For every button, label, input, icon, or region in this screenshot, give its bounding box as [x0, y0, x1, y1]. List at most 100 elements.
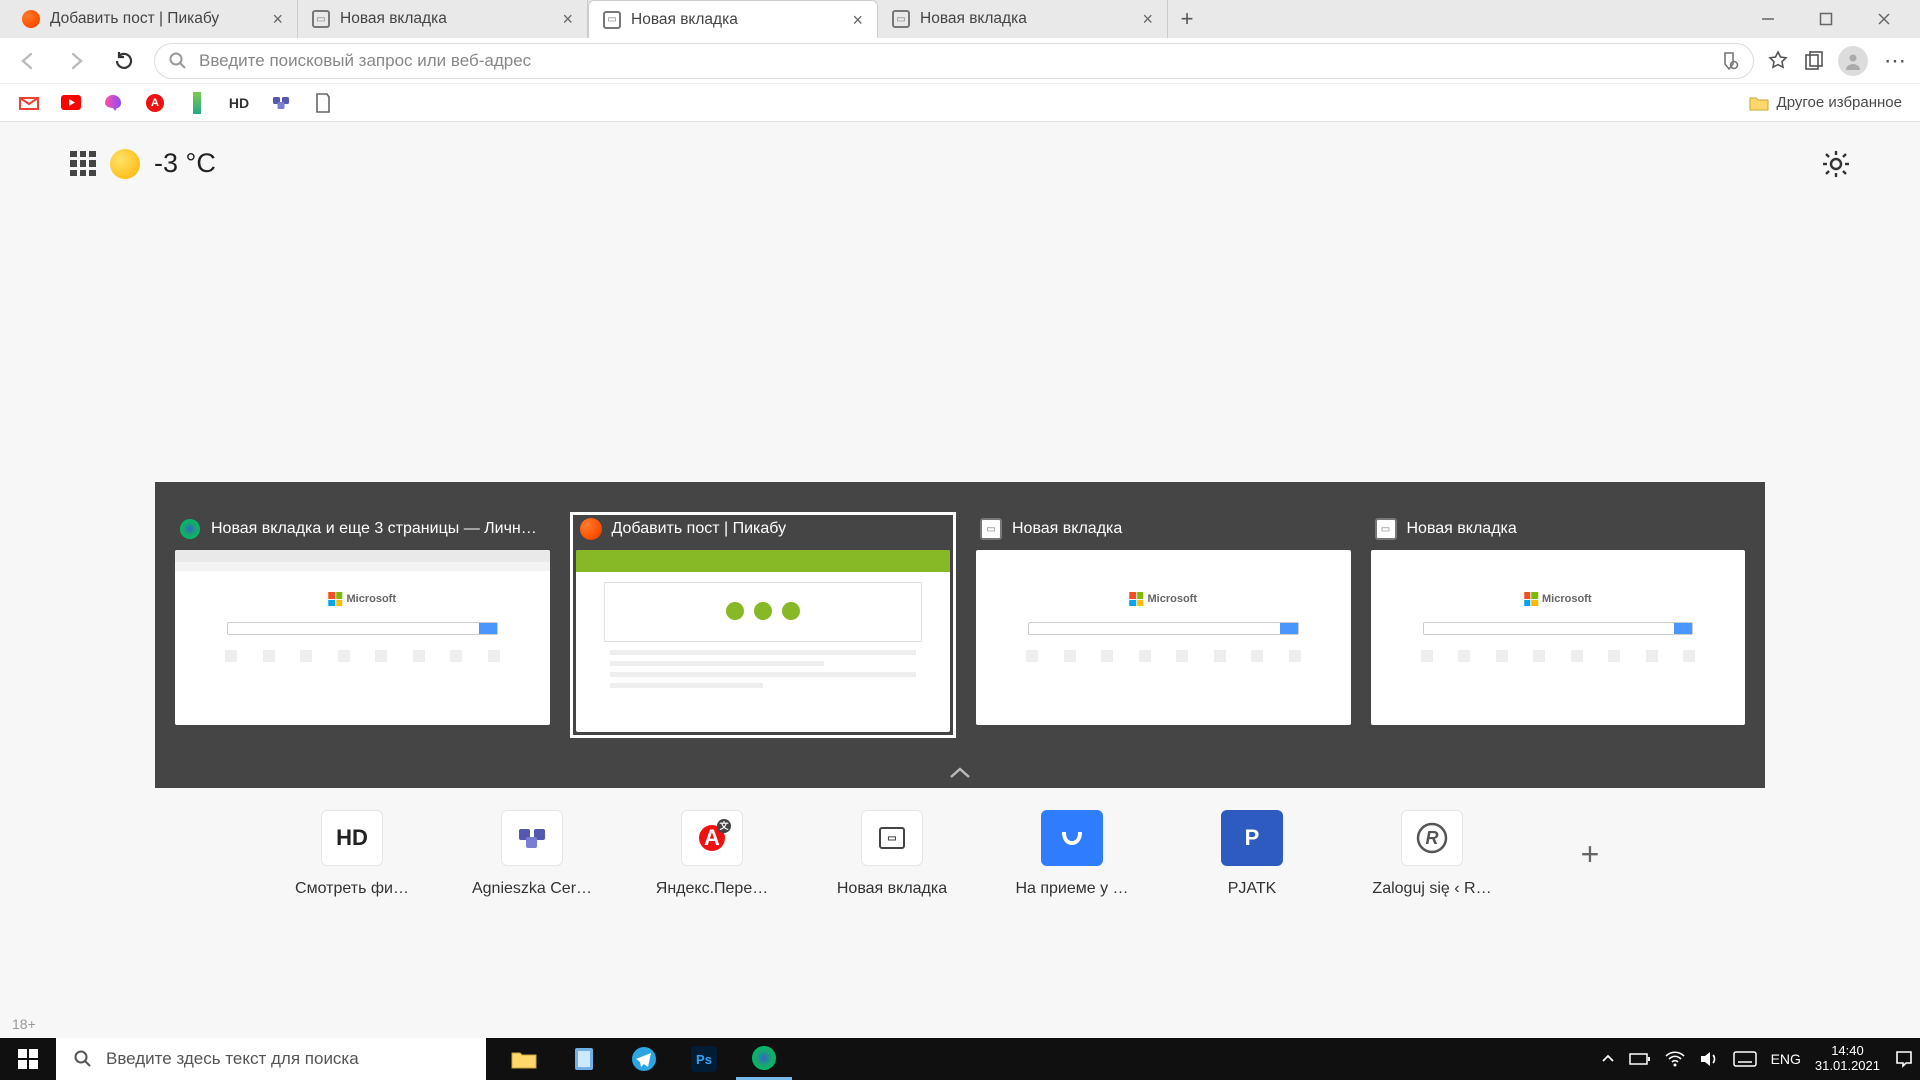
address-placeholder: Введите поисковый запрос или веб-адрес [199, 51, 531, 71]
taskbar-app-telegram[interactable] [616, 1038, 672, 1080]
weather-temperature[interactable]: -3 °C [154, 148, 216, 179]
tray-time: 14:40 [1815, 1044, 1880, 1059]
app-launcher-icon[interactable] [70, 151, 96, 177]
read-aloud-icon[interactable] [1719, 50, 1741, 72]
bookmark-item[interactable] [312, 92, 334, 114]
chevron-up-icon[interactable] [949, 766, 971, 780]
bookmarks-bar: A HD Другое избранное [0, 84, 1920, 122]
tab-title: Новая вкладка [920, 10, 1132, 28]
browser-tab[interactable]: Добавить пост | Пикабу × [8, 0, 298, 38]
keyboard-icon[interactable] [1733, 1051, 1757, 1067]
weather-icon[interactable] [110, 149, 140, 179]
tray-date: 31.01.2021 [1815, 1059, 1880, 1074]
window-switcher: Новая вкладка и еще 3 страницы — Личн… M… [155, 482, 1765, 788]
top-site[interactable]: ▭Новая вкладка [842, 810, 942, 898]
pikabu-icon [580, 518, 602, 540]
taskbar-search[interactable]: Введите здесь текст для поиска [56, 1038, 486, 1080]
forward-button[interactable] [58, 43, 94, 79]
site-label: Agnieszka Cer… [472, 880, 592, 898]
switcher-thumbnail: Microsoft [976, 550, 1351, 725]
system-tray: ENG 14:40 31.01.2021 [1601, 1044, 1920, 1074]
new-tab-button[interactable]: + [1168, 0, 1206, 38]
bookmark-item[interactable] [60, 92, 82, 114]
taskbar-app-photoshop[interactable]: Ps [676, 1038, 732, 1080]
site-label: Смотреть фи… [295, 880, 409, 898]
switcher-thumbnail: Microsoft [175, 550, 550, 725]
bookmark-item[interactable] [18, 92, 40, 114]
newtab-icon: ▭ [312, 10, 330, 28]
taskbar-app-notepad[interactable] [556, 1038, 612, 1080]
pikabu-icon [22, 10, 40, 28]
other-bookmarks[interactable]: Другое избранное [1749, 94, 1902, 112]
top-site[interactable]: HDСмотреть фи… [302, 810, 402, 898]
browser-tab-active[interactable]: ▭ Новая вкладка × [588, 0, 878, 38]
close-icon[interactable]: × [272, 10, 283, 28]
tray-language[interactable]: ENG [1771, 1051, 1801, 1067]
top-sites: HDСмотреть фи… Agnieszka Cer… А文Яндекс.П… [302, 810, 1618, 898]
address-bar[interactable]: Введите поисковый запрос или веб-адрес [154, 43, 1754, 79]
reload-button[interactable] [106, 43, 142, 79]
menu-button[interactable]: ⋯ [1880, 49, 1910, 73]
site-label: На приеме у … [1015, 880, 1128, 898]
new-tab-page: -3 °C Microsoft Новая вкладка и еще 3 ст… [0, 122, 1920, 1038]
bookmark-item[interactable] [102, 92, 124, 114]
search-icon [74, 1050, 92, 1068]
minimize-button[interactable] [1740, 0, 1796, 38]
switcher-thumbnail [576, 550, 951, 732]
tray-clock[interactable]: 14:40 31.01.2021 [1815, 1044, 1880, 1074]
bookmark-item[interactable] [270, 92, 292, 114]
browser-tab[interactable]: ▭ Новая вкладка × [878, 0, 1168, 38]
bookmark-item[interactable]: HD [228, 92, 250, 114]
taskbar-search-placeholder: Введите здесь текст для поиска [106, 1049, 359, 1069]
maximize-button[interactable] [1798, 0, 1854, 38]
browser-tab[interactable]: ▭ Новая вкладка × [298, 0, 588, 38]
back-button[interactable] [10, 43, 46, 79]
profile-avatar[interactable] [1838, 46, 1868, 76]
search-icon [169, 52, 187, 70]
settings-gear-icon[interactable] [1822, 150, 1850, 178]
switcher-title: Новая вкладка и еще 3 страницы — Личн… [211, 520, 537, 538]
task-buttons: Ps [496, 1038, 792, 1080]
top-site[interactable]: На приеме у … [1022, 810, 1122, 898]
close-icon[interactable]: × [1142, 10, 1153, 28]
site-label: Яндекс.Пере… [656, 880, 768, 898]
other-bookmarks-label: Другое избранное [1777, 94, 1902, 111]
close-icon[interactable]: × [852, 11, 863, 29]
switcher-title: Добавить пост | Пикабу [612, 520, 787, 538]
taskbar-app-explorer[interactable] [496, 1038, 552, 1080]
switcher-title: Новая вкладка [1012, 520, 1122, 538]
switcher-card[interactable]: ▭ Новая вкладка Microsoft [1371, 518, 1746, 738]
close-icon[interactable]: × [562, 10, 573, 28]
switcher-title: Новая вкладка [1407, 520, 1517, 538]
age-rating: 18+ [12, 1016, 36, 1032]
start-button[interactable] [0, 1038, 56, 1080]
bookmark-item[interactable] [186, 92, 208, 114]
switcher-card[interactable]: ▭ Новая вкладка Microsoft [976, 518, 1351, 738]
bookmark-item[interactable]: A [144, 92, 166, 114]
site-label: Новая вкладка [837, 880, 947, 898]
svg-text:R: R [1426, 828, 1439, 848]
add-site-button[interactable]: + [1562, 826, 1618, 882]
switcher-thumbnail: Microsoft [1371, 550, 1746, 725]
battery-icon[interactable] [1629, 1052, 1651, 1066]
tab-title: Новая вкладка [340, 10, 552, 28]
tray-chevron-icon[interactable] [1601, 1052, 1615, 1066]
top-site[interactable]: Agnieszka Cer… [482, 810, 582, 898]
top-site[interactable]: RZaloguj się ‹ R… [1382, 810, 1482, 898]
switcher-card[interactable]: Новая вкладка и еще 3 страницы — Личн… M… [175, 518, 550, 738]
site-label: PJATK [1228, 880, 1277, 898]
top-site[interactable]: А文Яндекс.Пере… [662, 810, 762, 898]
browser-toolbar: Введите поисковый запрос или веб-адрес ⋯ [0, 38, 1920, 84]
favorites-icon[interactable] [1766, 49, 1790, 73]
wifi-icon[interactable] [1665, 1051, 1685, 1067]
windows-taskbar: Введите здесь текст для поиска Ps ENG 14… [0, 1038, 1920, 1080]
taskbar-app-edge[interactable] [736, 1038, 792, 1080]
notifications-icon[interactable] [1894, 1049, 1914, 1069]
close-window-button[interactable] [1856, 0, 1912, 38]
volume-icon[interactable] [1699, 1050, 1719, 1068]
folder-icon [1749, 94, 1769, 112]
top-site[interactable]: PPJATK [1202, 810, 1302, 898]
tab-title: Добавить пост | Пикабу [50, 10, 262, 28]
switcher-card-selected[interactable]: Добавить пост | Пикабу [570, 512, 957, 738]
collections-icon[interactable] [1802, 49, 1826, 73]
